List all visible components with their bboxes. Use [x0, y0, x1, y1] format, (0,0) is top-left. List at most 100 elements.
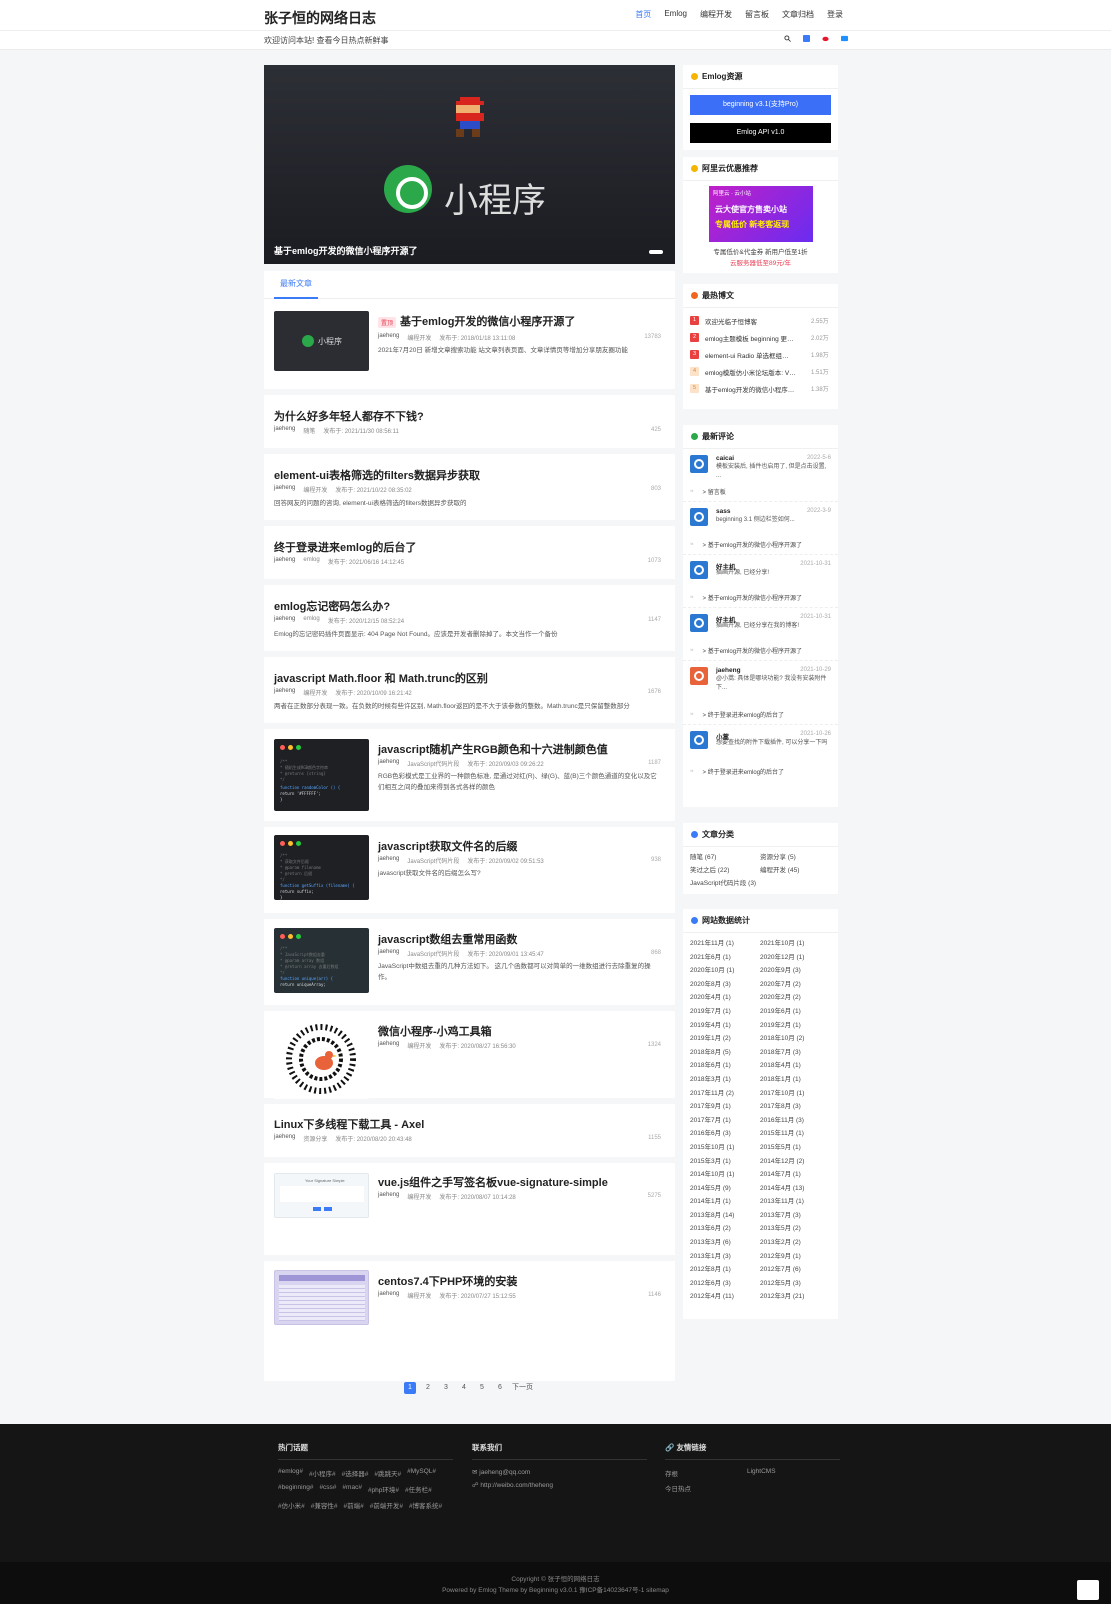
archive-link[interactable]: 2013年8月 (14) [690, 1209, 760, 1219]
archive-link[interactable]: 2017年11月 (2) [690, 1087, 760, 1097]
archive-link[interactable]: 2018年4月 (1) [760, 1059, 830, 1069]
post-card[interactable]: element-ui表格筛选的filters数据异步获取 jaeheng 编程开发… [264, 454, 675, 526]
archive-link[interactable]: 2014年12月 (2) [760, 1155, 830, 1165]
post-card[interactable]: 微信小程序-小鸡工具箱 jaeheng 编程开发 发布于: 2020/08/27 1… [264, 1011, 675, 1104]
page-2[interactable]: 2 [422, 1382, 434, 1394]
post-title[interactable]: 置顶 基于emlog开发的微信小程序开源了 [378, 313, 575, 329]
slider-caption[interactable]: 基于emlog开发的微信小程序开源了 [274, 244, 418, 257]
archive-link[interactable]: 2018年10月 (2) [760, 1032, 830, 1042]
archive-link[interactable]: 2016年6月 (3) [690, 1127, 760, 1137]
nav-guestbook[interactable]: 留言板 [745, 9, 769, 20]
archive-link[interactable]: 2020年8月 (3) [690, 978, 760, 988]
post-card[interactable]: 为什么好多年轻人都存不下钱? jaeheng 随笔 发布于: 2021/11/30 … [264, 395, 675, 454]
topic-tag[interactable]: #仿小米# [278, 1500, 305, 1510]
ad-banner[interactable]: 阿里云 · 云小站 云大使官方售卖小站 专属低价 新老客返现 [709, 186, 813, 242]
archive-link[interactable]: 2015年5月 (1) [760, 1141, 830, 1151]
archive-link[interactable]: 2017年8月 (3) [760, 1100, 830, 1110]
archive-link[interactable]: 2014年10月 (1) [690, 1168, 760, 1178]
category-link[interactable]: 编程开发 (45) [760, 864, 830, 874]
archive-link[interactable]: 2015年3月 (1) [690, 1155, 760, 1165]
archive-link[interactable]: 2014年1月 (1) [690, 1195, 760, 1205]
hot-post-item[interactable]: 3 element-ui Radio 单选框组… 1.98万 [683, 346, 838, 363]
comment-item[interactable]: 好主机 2021-10-31 插画开源, 已经分享在我的博客! ❝ > 基于emlog开… [683, 608, 838, 661]
archive-link[interactable]: 2012年5月 (3) [760, 1277, 830, 1287]
post-card[interactable]: /** * JavaScript数组去重 * @param array 数组 *… [264, 919, 675, 1011]
page-1[interactable]: 1 [404, 1382, 416, 1394]
archive-link[interactable]: 2015年11月 (1) [760, 1127, 830, 1137]
post-title[interactable]: javascript数组去重常用函数 [378, 931, 517, 947]
archive-link[interactable]: 2020年4月 (1) [690, 991, 760, 1001]
weibo-icon[interactable] [822, 35, 829, 42]
post-card[interactable]: /** * 随机生成RGB颜色字符串 * @returns {string} *… [264, 729, 675, 827]
archive-link[interactable]: 2020年9月 (3) [760, 964, 830, 974]
post-title[interactable]: vue.js组件之手写签名板vue-signature-simple [378, 1174, 608, 1190]
back-to-top-icon[interactable] [1077, 1580, 1099, 1600]
category-link[interactable]: JavaScript代码片段 (3) [690, 877, 830, 887]
post-thumbnail[interactable]: /** * 获取文件后缀 * @param filename * @return… [274, 835, 369, 900]
comment-item[interactable]: 好主机 2021-10-31 插画开源, 已经分享! ❝ > 基于emlog开发的微信小… [683, 555, 838, 608]
post-thumbnail[interactable]: 小程序 [274, 311, 369, 371]
archive-link[interactable]: 2013年11月 (1) [760, 1195, 830, 1205]
archive-link[interactable]: 2013年1月 (3) [690, 1250, 760, 1260]
archive-link[interactable]: 2014年7月 (1) [760, 1168, 830, 1178]
archive-link[interactable]: 2019年1月 (2) [690, 1032, 760, 1042]
nav-home[interactable]: 首页 [635, 9, 651, 20]
page-3[interactable]: 3 [440, 1382, 452, 1394]
post-thumbnail[interactable]: /** * JavaScript数组去重 * @param array 数组 *… [274, 928, 369, 993]
comment-item[interactable]: 小蒿 2021-10-26 想要查找的附件下载插件, 可以分享一下吗 ❝ > 终于登录进… [683, 725, 838, 778]
rss-icon[interactable] [803, 35, 810, 42]
mail-icon[interactable] [841, 35, 848, 42]
archive-link[interactable]: 2017年10月 (1) [760, 1087, 830, 1097]
topic-tag[interactable]: #前端开发# [370, 1500, 403, 1510]
comment-item[interactable]: sass 2022-3-9 beginning 3.1 侧边栏签如何... ❝ > 基于… [683, 502, 838, 555]
post-thumbnail[interactable]: /** * 随机生成RGB颜色字符串 * @returns {string} *… [274, 739, 369, 811]
archive-link[interactable]: 2020年2月 (2) [760, 991, 830, 1001]
archive-link[interactable]: 2020年10月 (1) [690, 964, 760, 974]
nav-dev[interactable]: 编程开发 [700, 9, 732, 20]
category-link[interactable]: 笑过之后 (22) [690, 864, 760, 874]
archive-link[interactable]: 2012年9月 (1) [760, 1250, 830, 1260]
search-icon[interactable] [784, 35, 791, 42]
archive-link[interactable]: 2019年2月 (1) [760, 1019, 830, 1029]
post-title[interactable]: javascript随机产生RGB颜色和十六进制颜色值 [378, 741, 608, 757]
nav-emlog[interactable]: Emlog [664, 9, 687, 20]
hot-post-item[interactable]: 1 欢迎光临子恒博客 2.55万 [683, 312, 838, 329]
topic-tag[interactable]: #css# [319, 1484, 336, 1494]
topic-tag[interactable]: #前端# [343, 1500, 363, 1510]
topic-tag[interactable]: #mac# [342, 1484, 362, 1494]
qr-code-thumbnail[interactable] [274, 1019, 369, 1099]
archive-link[interactable]: 2012年6月 (3) [690, 1277, 760, 1287]
post-title[interactable]: 为什么好多年轻人都存不下钱? [274, 408, 424, 424]
topic-tag[interactable]: #beginning# [278, 1484, 313, 1494]
archive-link[interactable]: 2013年6月 (2) [690, 1222, 760, 1232]
archive-link[interactable]: 2014年4月 (13) [760, 1182, 830, 1192]
post-card[interactable]: 小程序 置顶 基于emlog开发的微信小程序开源了 jaeheng 编程开发 发布于:… [264, 299, 675, 395]
weibo-link[interactable]: ☍ http://weibo.com/theheng [472, 1481, 647, 1489]
post-card[interactable]: centos7.4下PHP环境的安装 jaeheng 编程开发 发布于: 2020/… [264, 1261, 675, 1381]
archive-link[interactable]: 2012年8月 (1) [690, 1263, 760, 1273]
topic-tag[interactable]: #emlog# [278, 1468, 303, 1478]
archive-link[interactable]: 2015年10月 (1) [690, 1141, 760, 1151]
page-6[interactable]: 6 [494, 1382, 506, 1394]
post-title[interactable]: centos7.4下PHP环境的安装 [378, 1273, 517, 1289]
archive-link[interactable]: 2013年3月 (6) [690, 1236, 760, 1246]
friend-link[interactable]: 存根 [665, 1468, 747, 1478]
post-card[interactable]: emlog忘记密码怎么办? jaeheng emlog 发布于: 2020/12/1… [264, 585, 675, 657]
hot-post-item[interactable]: 2 emlog主题模板 beginning 更… 2.02万 [683, 329, 838, 346]
archive-link[interactable]: 2018年1月 (1) [760, 1073, 830, 1083]
emlog-api-button[interactable]: Emlog API v1.0 [690, 123, 831, 143]
post-thumbnail[interactable]: Your Signature Simple [274, 1173, 369, 1218]
topic-tag[interactable]: #小程序# [309, 1468, 336, 1478]
post-card[interactable]: Linux下多线程下载工具 - Axel jaeheng 资源分享 发布于: 202… [264, 1104, 675, 1163]
archive-link[interactable]: 2013年7月 (3) [760, 1209, 830, 1219]
archive-link[interactable]: 2013年2月 (2) [760, 1236, 830, 1246]
post-title[interactable]: Linux下多线程下载工具 - Axel [274, 1116, 424, 1132]
featured-slider[interactable]: 小程序 基于emlog开发的微信小程序开源了 [264, 65, 675, 264]
hot-post-item[interactable]: 5 基于emlog开发的微信小程序… 1.38万 [683, 380, 838, 397]
archive-link[interactable]: 2019年6月 (1) [760, 1005, 830, 1015]
friend-link[interactable]: 今日热点 [665, 1483, 747, 1493]
page-4[interactable]: 4 [458, 1382, 470, 1394]
nav-archive[interactable]: 文章归档 [782, 9, 814, 20]
post-card[interactable]: javascript Math.floor 和 Math.trunc的区别 ja… [264, 657, 675, 729]
post-title[interactable]: emlog忘记密码怎么办? [274, 598, 390, 614]
